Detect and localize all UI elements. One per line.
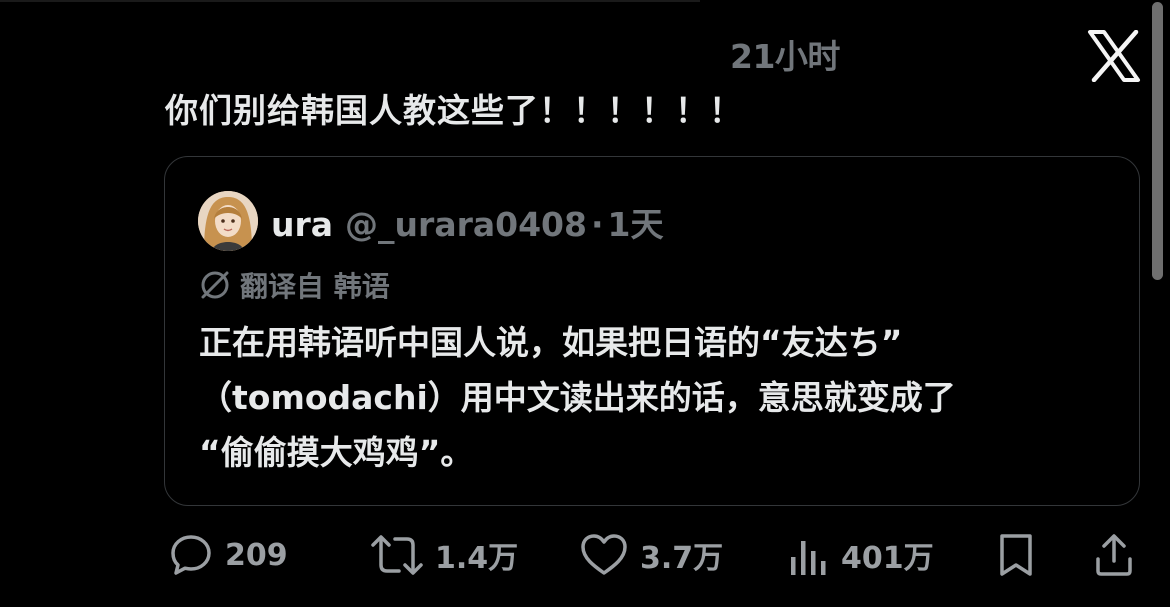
tweet-text: 你们别给韩国人教这些了！！！！！！ bbox=[165, 91, 743, 130]
like-button[interactable]: 3.7万 bbox=[578, 527, 723, 583]
action-bar: 209 1.4万 3.7万 401万 bbox=[0, 527, 1170, 583]
like-count: 3.7万 bbox=[640, 541, 724, 576]
quoted-age: 1天 bbox=[607, 205, 664, 244]
retweet-icon bbox=[371, 535, 423, 575]
top-divider bbox=[0, 0, 700, 2]
translate-globe-icon bbox=[201, 271, 229, 299]
heart-icon bbox=[581, 534, 627, 575]
x-logo-icon[interactable] bbox=[1086, 30, 1142, 82]
scrollbar[interactable] bbox=[1152, 2, 1163, 280]
separator-dot: · bbox=[590, 205, 604, 244]
views-icon bbox=[791, 541, 826, 575]
bookmark-button[interactable] bbox=[995, 527, 1037, 583]
reply-count: 209 bbox=[225, 537, 288, 573]
retweet-button[interactable]: 1.4万 bbox=[369, 527, 518, 583]
tweet-screen: 21小时 你们别给韩国人教这些了！！！！！！ ura @_urara0408 · 1天… bbox=[0, 0, 1170, 607]
translated-label-text: 翻译自 韩语 bbox=[240, 270, 390, 303]
quoted-tweet-body: 正在用韩语听中国人说，如果把日语的“友达ち” （tomodachi）用中文读出来… bbox=[199, 315, 1119, 480]
author-name[interactable]: ura bbox=[271, 205, 333, 244]
views-button[interactable]: 401万 bbox=[787, 527, 934, 583]
share-button[interactable] bbox=[1092, 527, 1136, 583]
quoted-author-row: ura @_urara0408 · 1天 bbox=[271, 198, 664, 246]
author-handle[interactable]: @_urara0408 bbox=[345, 205, 587, 244]
reply-icon bbox=[171, 535, 211, 575]
translated-from-label: 翻译自 韩语 bbox=[198, 265, 390, 305]
quote-line-3: “偷偷摸大鸡鸡”。 bbox=[199, 433, 474, 472]
retweet-count: 1.4万 bbox=[435, 541, 519, 576]
share-icon bbox=[1096, 534, 1132, 576]
post-timestamp: 21小时 bbox=[730, 37, 840, 76]
views-count: 401万 bbox=[841, 541, 934, 576]
quote-line-1: 正在用韩语听中国人说，如果把日语的“友达ち” bbox=[199, 323, 903, 362]
quote-line-2: （tomodachi）用中文读出来的话，意思就变成了 bbox=[199, 378, 956, 417]
avatar[interactable] bbox=[198, 191, 258, 251]
reply-button[interactable]: 209 bbox=[167, 527, 288, 583]
bookmark-icon bbox=[1000, 534, 1032, 576]
